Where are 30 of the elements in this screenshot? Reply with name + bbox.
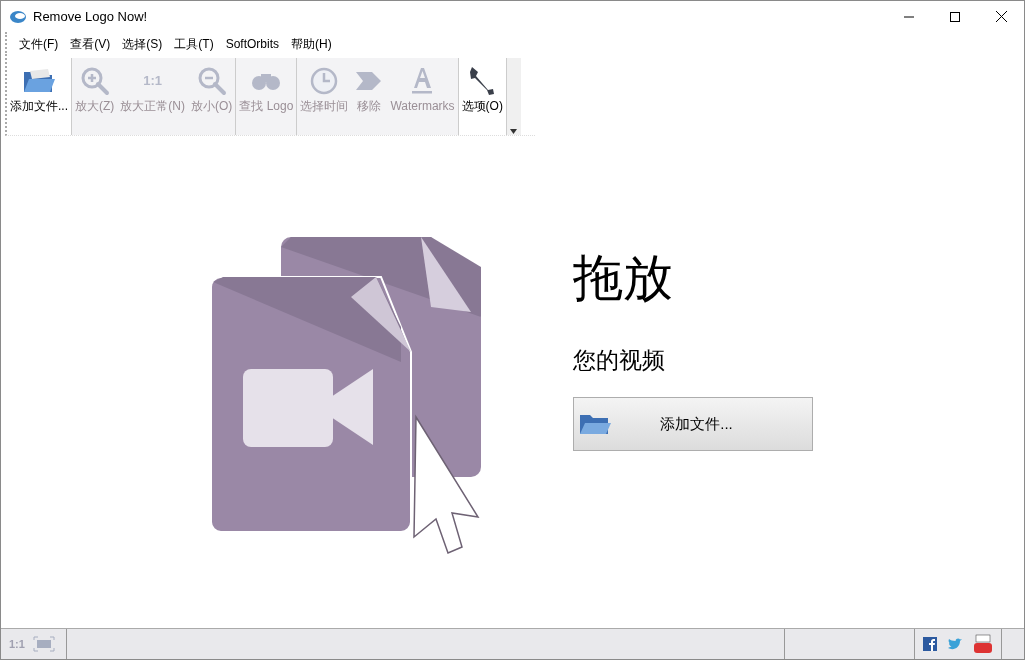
menu-item[interactable]: 文件(F) [13, 35, 65, 53]
add-files-button[interactable]: 添加文件... [573, 397, 813, 452]
fit-screen-icon [32, 636, 55, 652]
app-logo-icon [9, 8, 27, 25]
bird-icon [947, 637, 963, 651]
window-title: Remove Logo Now! [33, 7, 148, 26]
close-icon [995, 11, 1007, 22]
zoom-out-icon [196, 66, 227, 96]
menu-item[interactable]: 查看(V) [64, 35, 117, 53]
drop-subtitle: 您的视频 [573, 345, 666, 375]
clock-icon [310, 67, 339, 95]
caret-down-icon [510, 129, 518, 135]
folder-icon [22, 68, 56, 94]
menu-item[interactable]: 选择(S) [116, 35, 169, 53]
maximize-icon [950, 11, 960, 22]
drop-title: 拖放 [573, 252, 674, 303]
zoom-ratio-label: 1:1 [9, 636, 25, 652]
folder-icon [579, 413, 611, 436]
toolbar-button[interactable]: 选项(O) [458, 58, 506, 135]
toolbar-button[interactable]: 添加文件... [7, 58, 71, 135]
menu-item[interactable]: SoftOrbits [219, 35, 285, 53]
wrench-icon [468, 65, 497, 97]
menu-item[interactable]: 工具(T) [168, 35, 220, 53]
facebook-icon [923, 637, 937, 651]
zoom-in-icon [79, 66, 110, 96]
binoculars-icon [251, 71, 282, 91]
ratio-icon: 1:1 [143, 71, 163, 91]
video-site-icon [973, 634, 993, 654]
letter-a-icon [410, 66, 435, 96]
menu-item[interactable]: 帮助(H) [285, 35, 338, 53]
